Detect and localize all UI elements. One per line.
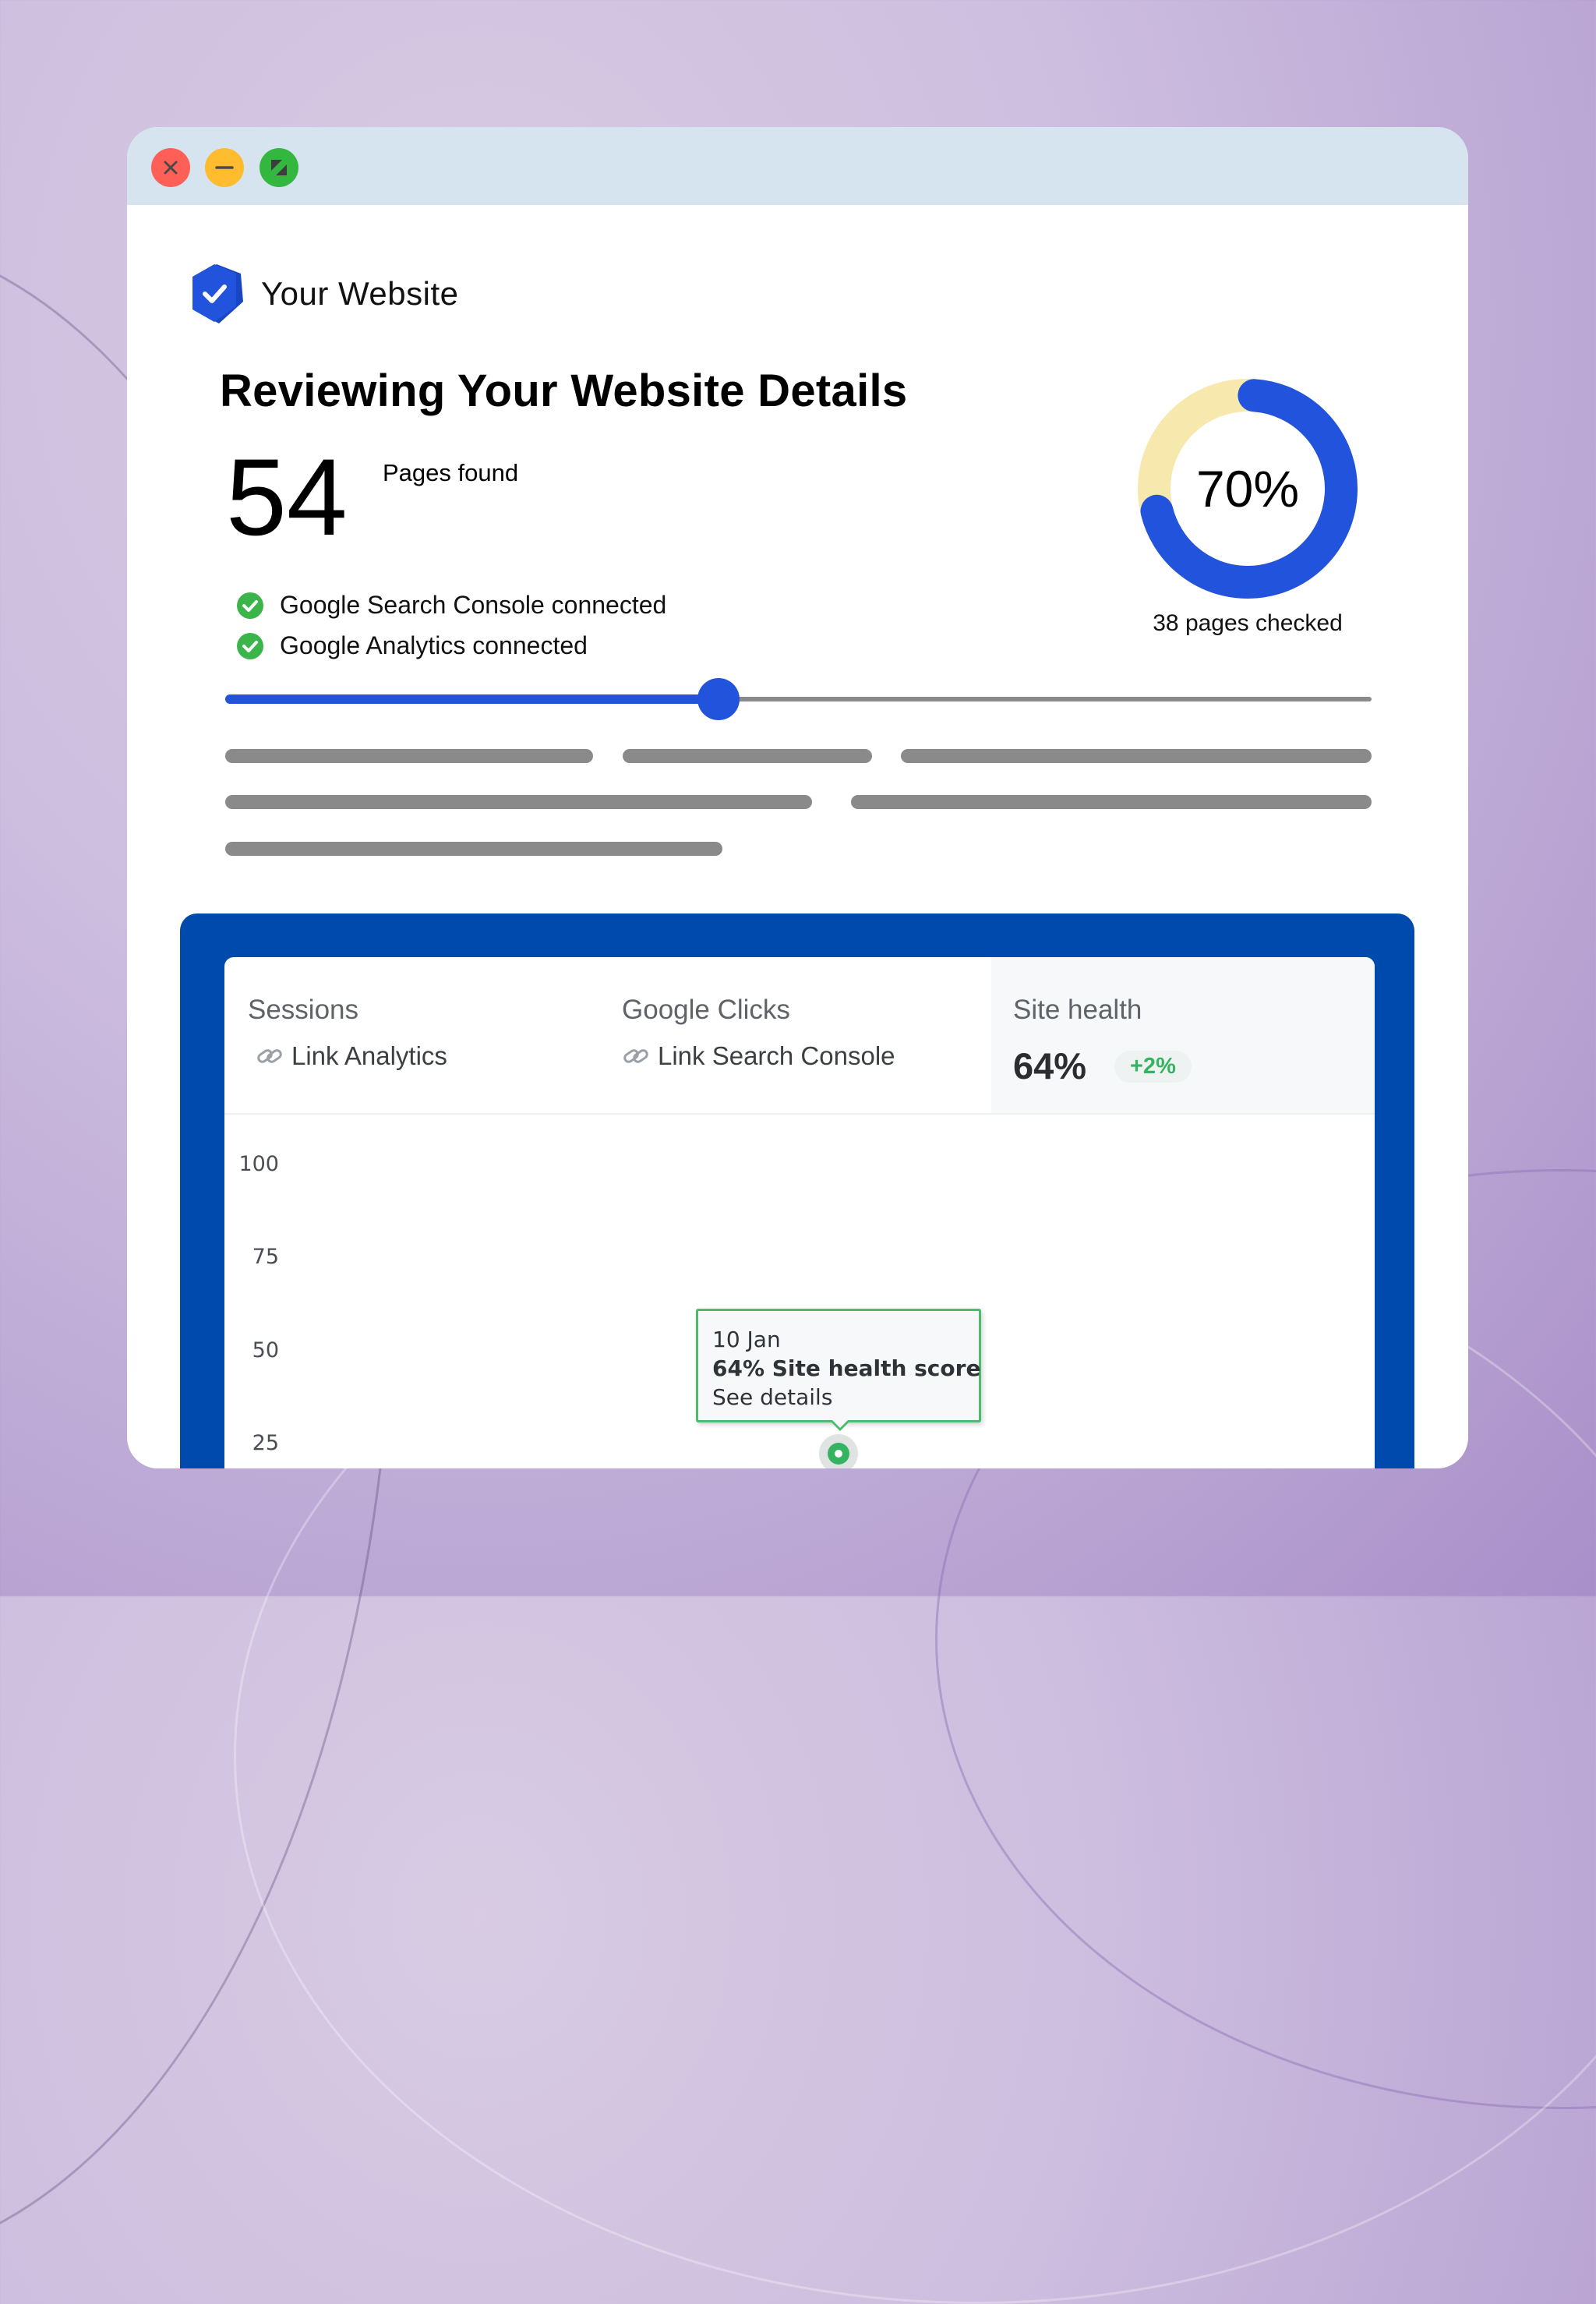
connection-status-analytics: Google Analytics connected [236, 631, 588, 660]
metrics-header: Sessions Link Analytics Google Clicks Li… [224, 957, 1375, 1115]
slider-fill [225, 694, 719, 704]
see-details-link[interactable]: See details [712, 1383, 965, 1412]
y-tick-label: 25 [252, 1431, 279, 1455]
connection-label: Google Search Console connected [280, 591, 667, 619]
link-analytics-button[interactable]: Link Analytics [256, 1041, 447, 1071]
close-icon [164, 161, 178, 175]
skeleton-line [623, 749, 872, 763]
metric-title: Google Clicks [622, 995, 790, 1025]
analytics-card: Sessions Link Analytics Google Clicks Li… [224, 957, 1375, 1468]
chart-tooltip: 10 Jan 64% Site health score See details [696, 1309, 981, 1422]
skeleton-line [225, 842, 722, 856]
slider-thumb[interactable] [697, 678, 740, 720]
brand: Your Website [191, 263, 459, 325]
progress-ring-value: 70% [1195, 460, 1300, 518]
tooltip-date: 10 Jan [712, 1327, 781, 1352]
metric-title: Sessions [248, 995, 359, 1025]
site-health-delta-badge: +2% [1114, 1051, 1192, 1083]
connection-status-search-console: Google Search Console connected [236, 591, 666, 620]
link-icon [257, 1049, 282, 1063]
y-tick-label: 100 [238, 1152, 279, 1176]
pages-found-count: 54 [226, 436, 348, 558]
site-health-value: 64% [1013, 1045, 1087, 1087]
close-button[interactable] [151, 148, 190, 187]
skeleton-line [901, 749, 1372, 763]
progress-slider[interactable] [225, 678, 1372, 720]
dashboard-panel: Sessions Link Analytics Google Clicks Li… [180, 913, 1414, 1468]
page-title: Reviewing Your Website Details [220, 366, 908, 416]
shield-check-icon [192, 264, 243, 323]
link-icon [623, 1049, 648, 1063]
metric-title: Site health [1013, 995, 1142, 1025]
check-circle-icon [237, 592, 263, 619]
maximize-icon [271, 160, 287, 175]
minimize-button[interactable] [205, 148, 244, 187]
connection-label: Google Analytics connected [280, 631, 588, 659]
metric-site-health[interactable]: Site health 64% +2% [991, 957, 1375, 1113]
y-tick-label: 75 [252, 1245, 279, 1269]
maximize-button[interactable] [260, 148, 298, 187]
tooltip-arrow-inner [832, 1419, 849, 1428]
pages-checked-caption: 38 pages checked [1153, 610, 1343, 636]
browser-window: Your Website Reviewing Your Website Deta… [127, 127, 1468, 1468]
tooltip-score: 64% Site health score [712, 1355, 981, 1381]
skeleton-line [851, 795, 1372, 809]
pages-found-label: Pages found [383, 459, 519, 486]
link-label: Link Search Console [658, 1041, 895, 1070]
title-bar [127, 127, 1468, 205]
site-health-chart: 100 75 50 25 10 Jan 64% Site health scor… [224, 1113, 1375, 1468]
link-label: Link Analytics [291, 1041, 447, 1070]
metric-sessions: Sessions Link Analytics [224, 957, 606, 1113]
y-tick-label: 50 [252, 1338, 279, 1362]
link-search-console-button[interactable]: Link Search Console [622, 1041, 895, 1071]
data-point-center [835, 1450, 842, 1458]
brand-name: Your Website [261, 275, 459, 312]
skeleton-line [225, 795, 812, 809]
skeleton-line [225, 749, 593, 763]
check-circle-icon [237, 632, 263, 659]
metric-google-clicks: Google Clicks Link Search Console [606, 957, 991, 1113]
minimize-icon [215, 166, 234, 169]
